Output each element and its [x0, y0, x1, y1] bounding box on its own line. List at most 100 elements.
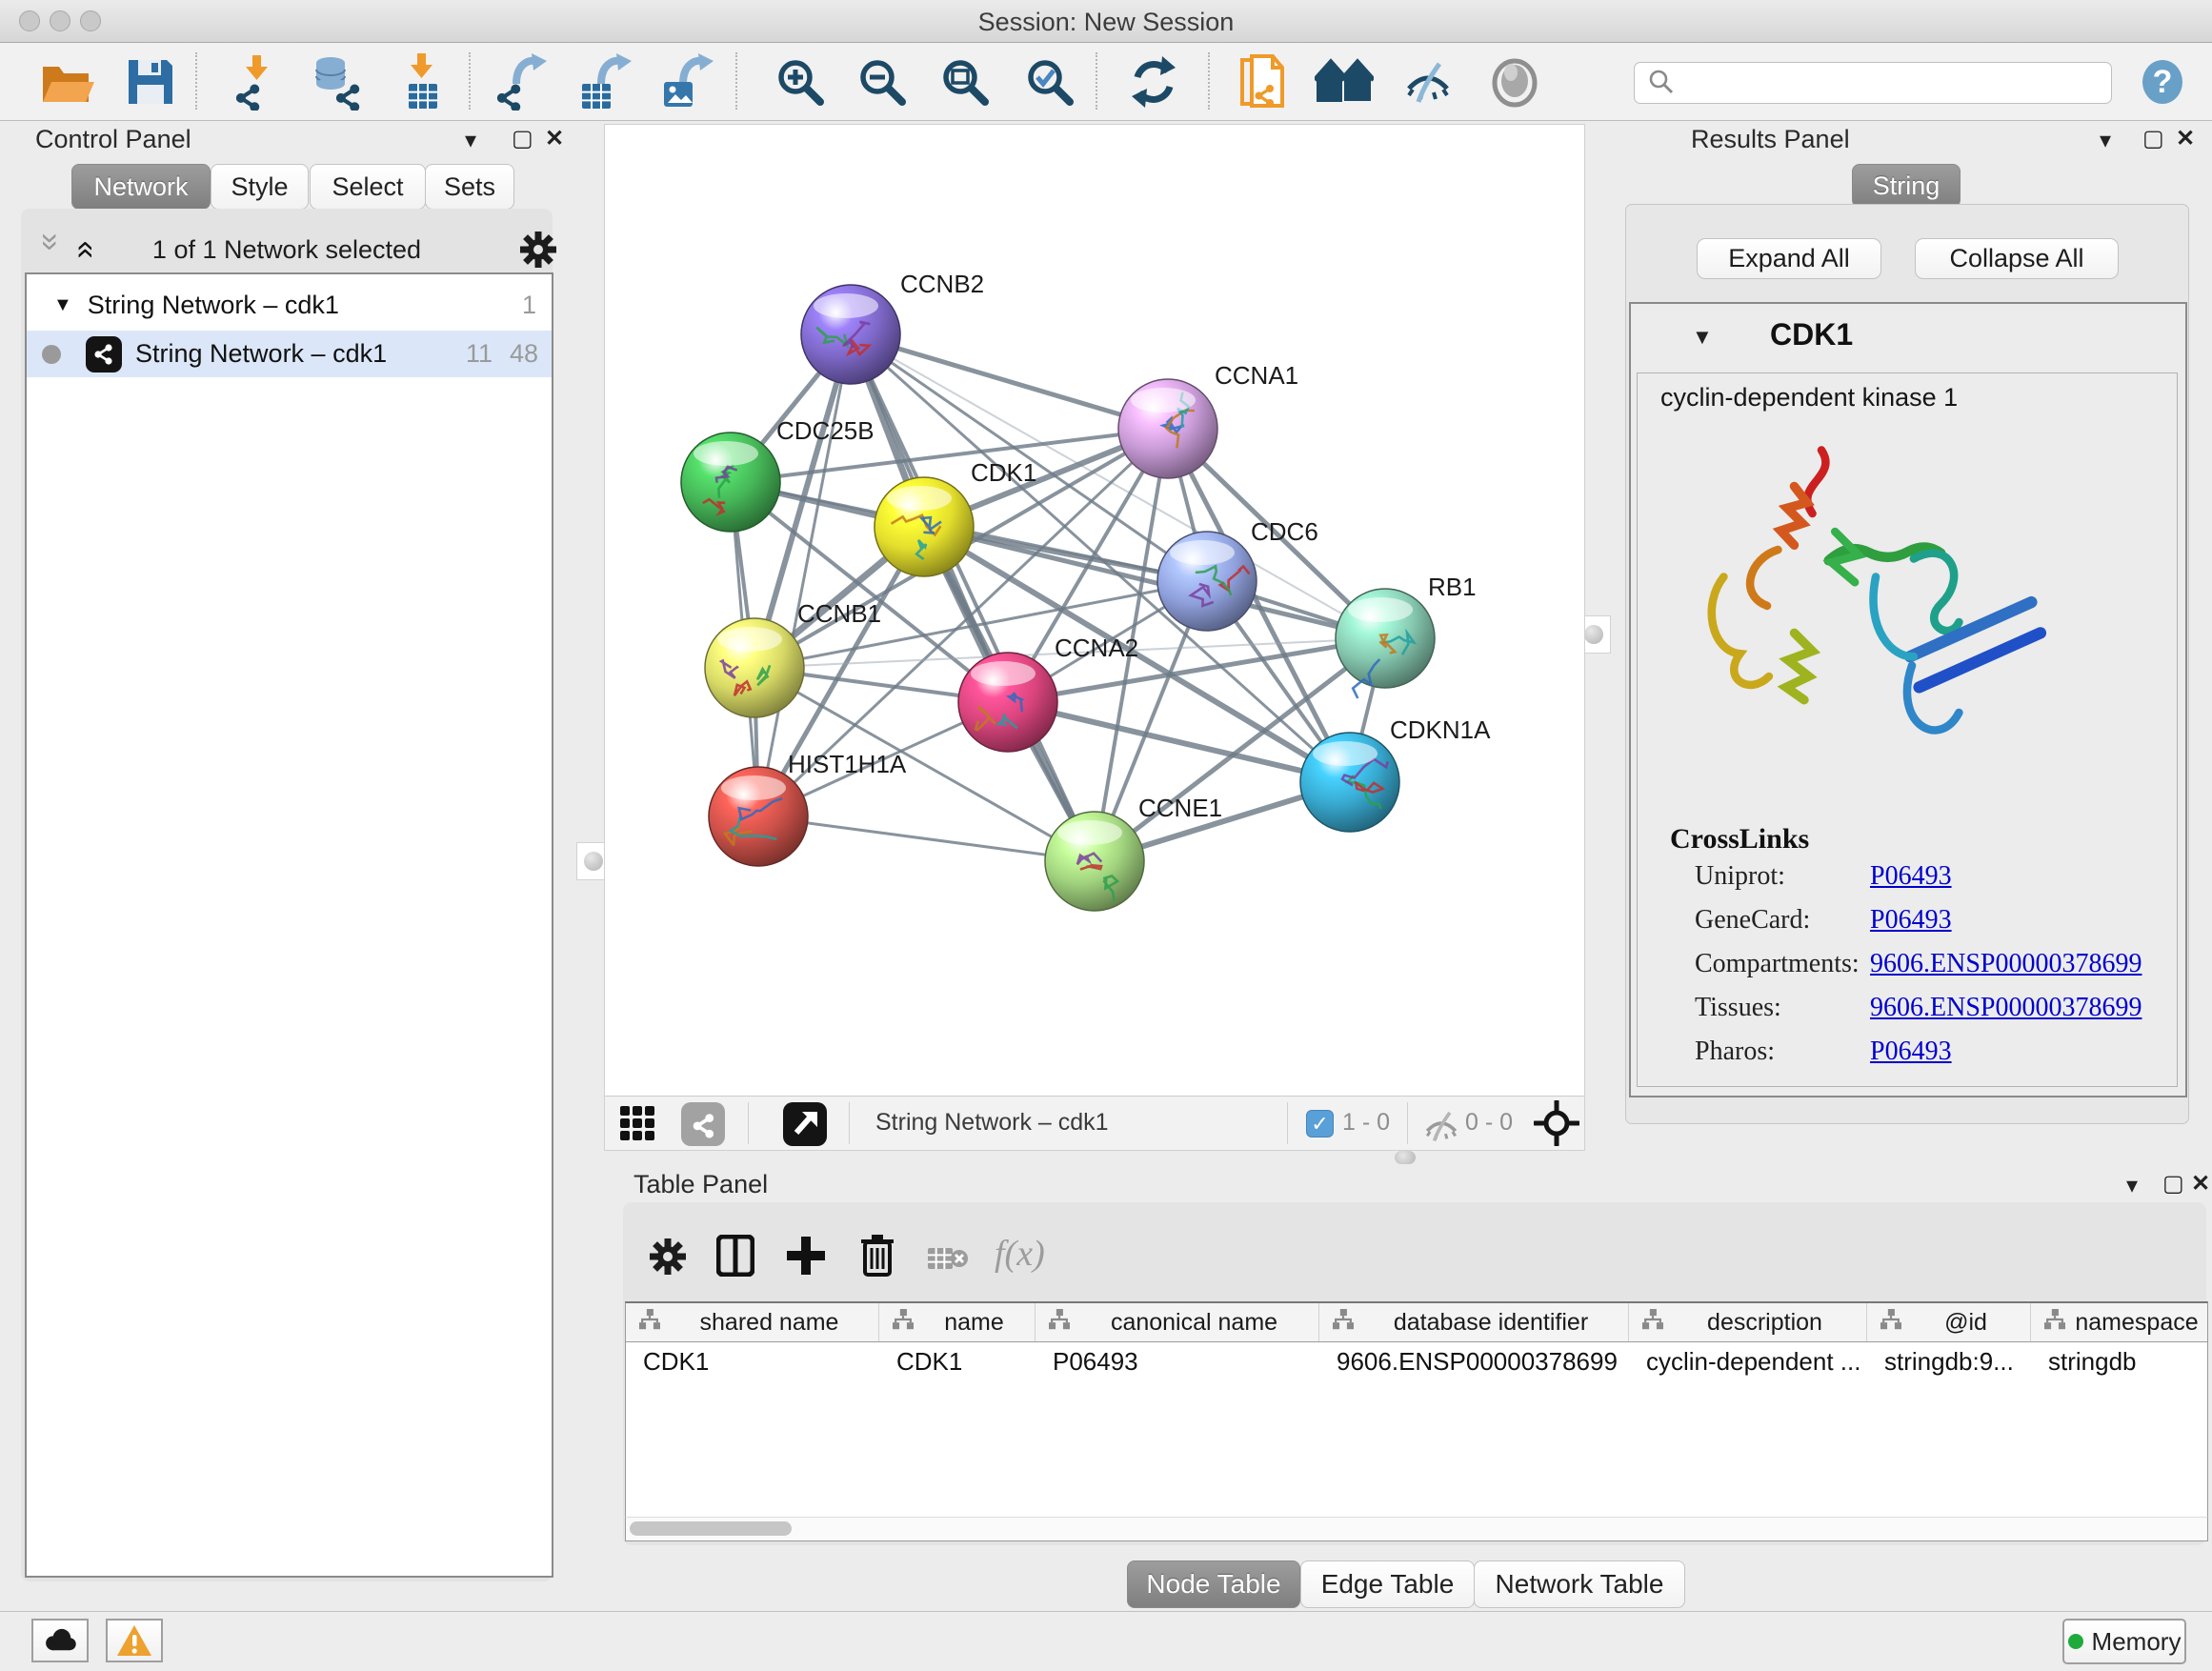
import-table-icon[interactable] [393, 52, 452, 111]
table-cell[interactable]: 9606.ENSP00000378699 [1319, 1342, 1629, 1380]
export-image-icon[interactable] [659, 52, 718, 111]
crosslink-value-link[interactable]: P06493 [1870, 905, 1952, 936]
warnings-button[interactable] [106, 1619, 163, 1662]
scrollbar-thumb[interactable] [630, 1521, 792, 1536]
birdseye-grid-icon[interactable] [620, 1106, 668, 1145]
tab-network[interactable]: Network [71, 164, 211, 210]
memory-button[interactable]: Memory [2062, 1619, 2186, 1664]
column-header--id[interactable]: @id [1867, 1303, 2031, 1341]
network-tree-child-row[interactable]: String Network – cdk1 11 48 [27, 331, 552, 377]
column-header-database-identifier[interactable]: database identifier [1319, 1303, 1629, 1341]
column-header-name[interactable]: name [879, 1303, 1036, 1341]
tab-node-table[interactable]: Node Table [1127, 1560, 1300, 1608]
crosslink-value-link[interactable]: 9606.ENSP00000378699 [1870, 993, 2142, 1023]
column-header-canonical-name[interactable]: canonical name [1036, 1303, 1319, 1341]
cloud-status-button[interactable] [31, 1619, 89, 1662]
network-node-hist1h1a[interactable]: HIST1H1A [709, 750, 907, 866]
hidden-eye-icon[interactable] [1420, 1110, 1462, 1147]
tab-sets[interactable]: Sets [425, 164, 514, 210]
import-network-database-icon[interactable] [309, 52, 368, 111]
network-node-cdkn1a[interactable]: CDKN1A [1300, 715, 1491, 832]
network-node-ccna1[interactable]: CCNA1 [1118, 361, 1298, 478]
zoom-selected-icon[interactable] [1020, 52, 1079, 111]
tree-collapse-icon[interactable]: ▼ [53, 294, 72, 316]
gene-symbol: CDK1 [1770, 317, 1853, 352]
network-node-ccnb1[interactable]: CCNB1 [705, 599, 881, 717]
zoom-out-icon[interactable] [853, 52, 912, 111]
crosslink-value-link[interactable]: P06493 [1870, 1037, 1952, 1067]
results-panel-close-icon[interactable]: ✕ [2176, 125, 2195, 152]
hide-selected-icon[interactable] [1398, 52, 1458, 111]
svg-text:?: ? [2153, 64, 2173, 100]
node-label-ccna1: CCNA1 [1215, 361, 1298, 390]
memory-status-dot-icon [2068, 1634, 2083, 1649]
network-view-canvas[interactable]: CCNB2CCNA1CDC25BCDK1CDC6RB1CCNB1CCNA2CDK… [604, 124, 1585, 1097]
table-row[interactable]: CDK1CDK1P064939606.ENSP00000378699cyclin… [626, 1342, 2207, 1380]
network-share-icon[interactable] [681, 1102, 725, 1151]
network-edge[interactable] [758, 816, 1095, 861]
network-node-rb1[interactable]: RB1 [1336, 573, 1477, 698]
save-session-icon[interactable] [121, 52, 180, 111]
gene-collapse-icon[interactable]: ▼ [1692, 325, 1713, 350]
zoom-fit-icon[interactable] [935, 52, 995, 111]
table-horizontal-scrollbar[interactable] [625, 1517, 2208, 1541]
help-icon[interactable]: ? [2133, 52, 2192, 111]
table-panel-menu-icon[interactable]: ▾ [2126, 1172, 2138, 1199]
cloud-icon [42, 1628, 78, 1653]
export-table-icon[interactable] [577, 52, 636, 111]
tab-style[interactable]: Style [211, 164, 309, 210]
open-in-window-icon[interactable] [783, 1102, 827, 1151]
search-text-field[interactable] [1675, 69, 2111, 98]
table-panel-float-icon[interactable]: ▢ [2162, 1170, 2184, 1198]
crosslink-row: Compartments:9606.ENSP00000378699 [1638, 949, 2177, 993]
tab-select[interactable]: Select [310, 164, 426, 210]
table-cell[interactable]: P06493 [1036, 1342, 1319, 1380]
crosslink-value-link[interactable]: 9606.ENSP00000378699 [1870, 949, 2142, 979]
string-network-graph[interactable]: CCNB2CCNA1CDC25BCDK1CDC6RB1CCNB1CCNA2CDK… [605, 125, 1584, 1097]
search-input[interactable] [1634, 62, 2112, 104]
table-options-gear-icon[interactable] [648, 1237, 688, 1281]
network-edge[interactable] [758, 334, 851, 816]
show-columns-icon[interactable] [716, 1235, 754, 1281]
column-header-description[interactable]: description [1629, 1303, 1867, 1341]
horizontal-splitter-handle[interactable] [1395, 1151, 1416, 1164]
add-column-icon[interactable] [787, 1235, 825, 1281]
import-network-icon[interactable] [229, 52, 288, 111]
home-networks-icon[interactable] [1315, 52, 1374, 111]
zoom-in-icon[interactable] [771, 52, 830, 111]
column-header-namespace[interactable]: namespace [2031, 1303, 2208, 1341]
control-panel-menu-icon[interactable]: ▾ [465, 127, 476, 154]
column-header-shared-name[interactable]: shared name [626, 1303, 879, 1341]
table-cell[interactable]: cyclin-dependent ... [1629, 1342, 1867, 1380]
table-cell[interactable]: stringdb [2031, 1342, 2208, 1380]
network-node-cdc25b[interactable]: CDC25B [681, 416, 875, 532]
network-edge[interactable] [1008, 702, 1350, 782]
table-cell[interactable]: stringdb:9... [1867, 1342, 2031, 1380]
node-table: shared namenamecanonical namedatabase id… [625, 1301, 2208, 1541]
expand-all-button[interactable]: Expand All [1697, 238, 1881, 279]
crosslink-value-link[interactable]: P06493 [1870, 861, 1952, 892]
crosslinks-list: Uniprot:P06493GeneCard:P06493Compartment… [1638, 861, 2177, 1080]
table-panel-close-icon[interactable]: ✕ [2191, 1170, 2210, 1198]
selected-checkbox[interactable]: ✓ [1306, 1110, 1334, 1137]
gene-description: cyclin-dependent kinase 1 [1660, 383, 1958, 413]
tab-network-table[interactable]: Network Table [1474, 1560, 1685, 1608]
results-panel-menu-icon[interactable]: ▾ [2100, 127, 2111, 154]
network-node-cdc6[interactable]: CDC6 [1157, 517, 1318, 631]
delete-column-icon[interactable] [859, 1233, 895, 1281]
results-panel-float-icon[interactable]: ▢ [2142, 125, 2164, 152]
tab-edge-table[interactable]: Edge Table [1300, 1560, 1475, 1608]
table-cell[interactable]: CDK1 [626, 1342, 879, 1380]
refresh-icon[interactable] [1124, 52, 1183, 111]
open-session-icon[interactable] [37, 52, 96, 111]
network-panel-options-gear-icon[interactable] [518, 230, 558, 274]
fit-content-crosshair-icon[interactable] [1534, 1100, 1579, 1151]
table-cell[interactable]: CDK1 [879, 1342, 1036, 1380]
control-panel-close-icon[interactable]: ✕ [545, 125, 564, 152]
control-panel-float-icon[interactable]: ▢ [512, 125, 533, 152]
network-tree-root-row[interactable]: ▼ String Network – cdk1 1 [27, 282, 552, 329]
string-protein-query-icon[interactable] [1234, 52, 1293, 111]
collapse-all-button[interactable]: Collapse All [1915, 238, 2119, 279]
export-network-icon[interactable] [493, 52, 552, 111]
tab-string[interactable]: String [1852, 164, 1961, 208]
